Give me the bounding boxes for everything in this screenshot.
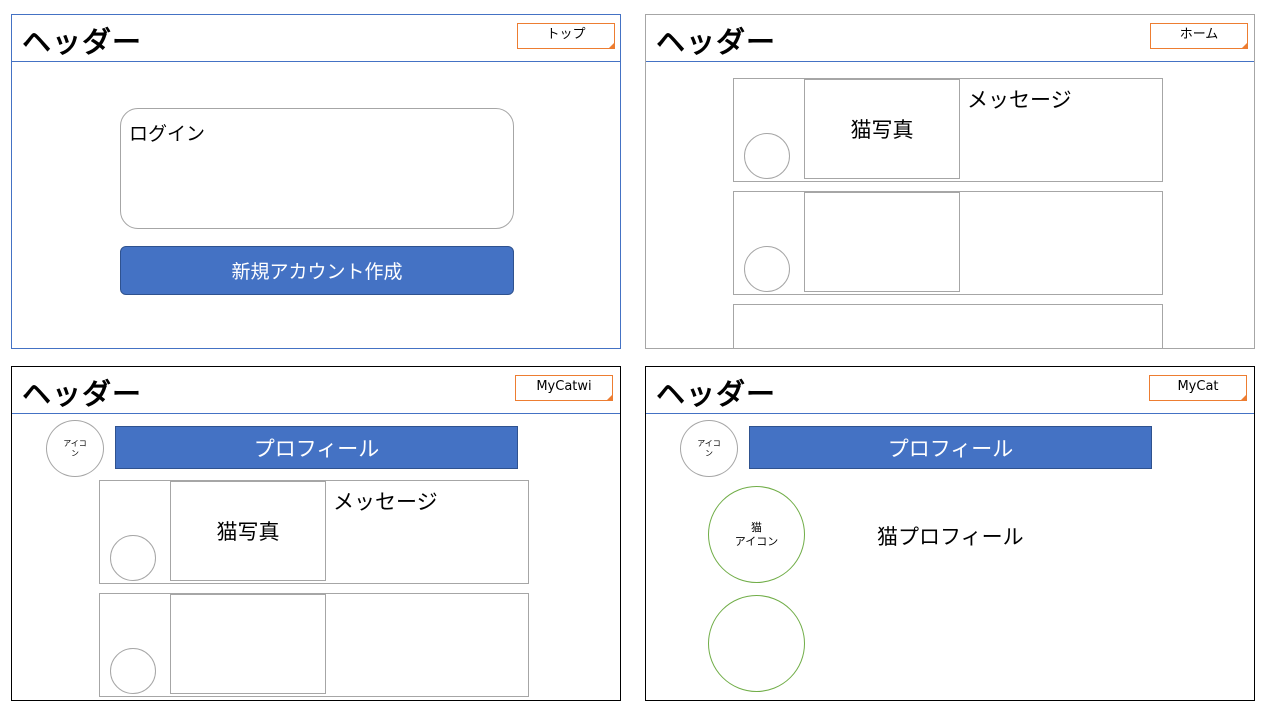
cat-photo[interactable] xyxy=(170,594,326,694)
profile-icon[interactable]: アイコ ン xyxy=(46,420,104,477)
tab-home[interactable]: ホーム xyxy=(1150,23,1248,49)
cat-icon[interactable]: 猫 アイコン xyxy=(708,486,805,583)
panel-home: ヘッダー ホーム 猫写真 メッセージ xyxy=(645,14,1255,349)
header-divider xyxy=(646,61,1254,62)
message-label: メッセージ xyxy=(967,88,1072,112)
post-card[interactable] xyxy=(99,593,529,697)
login-box[interactable]: ログイン xyxy=(120,108,514,229)
cat-photo[interactable]: 猫写真 xyxy=(804,79,960,179)
header-divider xyxy=(646,413,1254,414)
tab-mycat[interactable]: MyCat xyxy=(1149,375,1247,401)
cat-profile-label: 猫プロフィール xyxy=(877,525,1024,549)
cat-photo-label: 猫写真 xyxy=(850,118,914,142)
avatar[interactable] xyxy=(744,246,790,292)
panel-top: ヘッダー トップ ログイン 新規アカウント作成 xyxy=(11,14,621,349)
post-card[interactable]: 猫写真 メッセージ xyxy=(99,480,529,584)
signup-button[interactable]: 新規アカウント作成 xyxy=(120,246,514,295)
header-title: ヘッダー xyxy=(22,377,143,411)
header-title: ヘッダー xyxy=(22,25,143,59)
avatar[interactable] xyxy=(110,535,156,581)
cat-photo-label: 猫写真 xyxy=(216,520,280,544)
profile-icon-label: アイコ ン xyxy=(63,438,87,458)
avatar[interactable] xyxy=(110,648,156,694)
post-card[interactable] xyxy=(733,191,1163,295)
cat-icon-label: 猫 アイコン xyxy=(734,520,779,548)
header-title: ヘッダー xyxy=(656,25,777,59)
post-card[interactable]: 猫写真 メッセージ xyxy=(733,78,1163,182)
post-card[interactable] xyxy=(733,304,1163,348)
profile-bar[interactable]: プロフィール xyxy=(749,426,1152,469)
message-label: メッセージ xyxy=(333,490,438,514)
header-title: ヘッダー xyxy=(656,377,777,411)
cat-photo[interactable]: 猫写真 xyxy=(170,481,326,581)
avatar[interactable] xyxy=(744,133,790,179)
header-divider xyxy=(12,413,620,414)
login-label: ログイン xyxy=(129,123,206,145)
profile-icon[interactable]: アイコ ン xyxy=(680,420,738,477)
tab-top[interactable]: トップ xyxy=(517,23,615,49)
tab-mycatwi[interactable]: MyCatwi xyxy=(515,375,613,401)
profile-icon-label: アイコ ン xyxy=(697,438,721,458)
cat-icon[interactable] xyxy=(708,595,805,692)
panel-mycatwi: ヘッダー MyCatwi アイコ ン プロフィール 猫写真 メッセージ xyxy=(11,366,621,701)
profile-bar[interactable]: プロフィール xyxy=(115,426,518,469)
panel-mycat: ヘッダー MyCat アイコ ン プロフィール 猫 アイコン 猫プロフィール xyxy=(645,366,1255,701)
header-divider xyxy=(12,61,620,62)
cat-photo[interactable] xyxy=(804,192,960,292)
